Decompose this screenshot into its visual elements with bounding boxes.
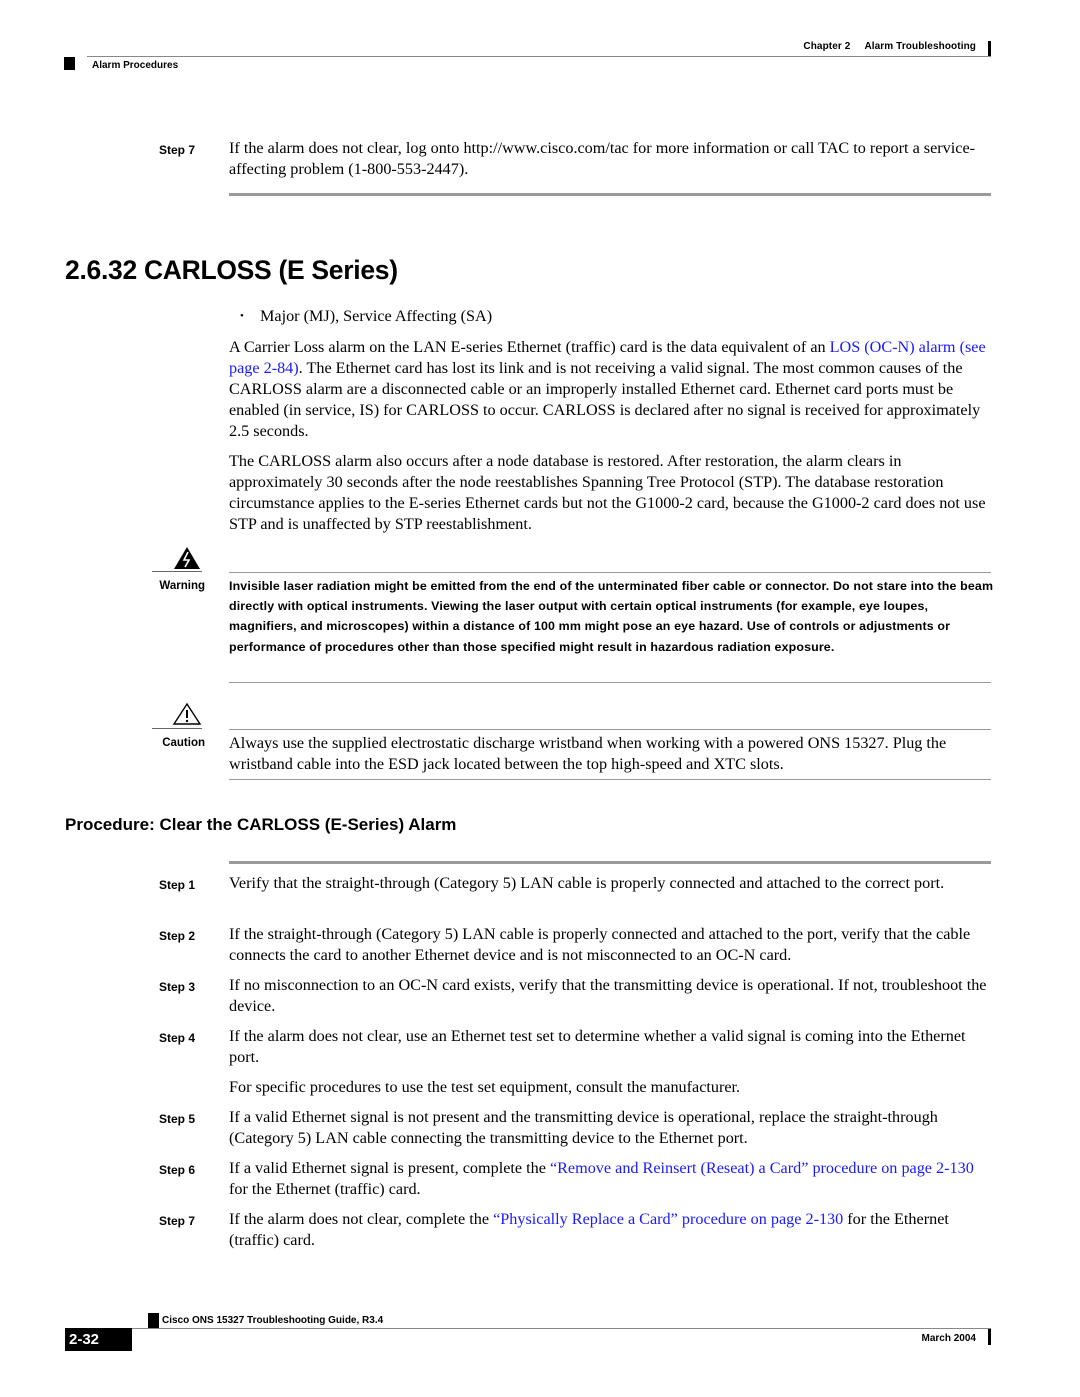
header-chapter: Chapter 2 Alarm Troubleshooting (803, 41, 976, 52)
procedure-end-rule (229, 193, 991, 196)
step-label: Step 3 (159, 980, 196, 994)
step-text: If a valid Ethernet signal is not presen… (229, 1108, 938, 1147)
step-text: Verify that the straight-through (Catego… (229, 874, 945, 892)
caution-text: Always use the supplied electrostatic di… (229, 734, 947, 773)
footer-rule (131, 1328, 991, 1329)
step-text: If the alarm does not clear, complete th… (229, 1209, 991, 1251)
footer-date: March 2004 (921, 1333, 976, 1344)
replace-card-link[interactable]: “Physically Replace a Card” procedure on… (493, 1210, 843, 1228)
section-title: 2.6.32 CARLOSS (E Series) (65, 255, 398, 285)
footer-vertical-bar (988, 1329, 991, 1345)
warning-icon-underline (152, 571, 202, 572)
caution-label: Caution (162, 737, 205, 749)
step-text-part: If the alarm does not clear, complete th… (229, 1210, 494, 1228)
severity-text: Major (MJ), Service Affecting (SA) (260, 307, 493, 325)
step-note: For specific procedures to use the test … (229, 1078, 741, 1096)
page-number: 2-32 (65, 1328, 132, 1351)
chapter-number: Chapter 2 (803, 41, 851, 52)
caution-bottom-rule (229, 779, 991, 780)
step-label: Step 6 (159, 1163, 196, 1177)
header-rule (87, 56, 991, 57)
step-text-part: for the Ethernet (traffic) card. (229, 1180, 421, 1198)
procedure-start-rule (229, 861, 991, 864)
prev-step-text: If the alarm does not clear, log onto ht… (229, 139, 976, 178)
reseat-card-link[interactable]: “Remove and Reinsert (Reseat) a Card” pr… (550, 1159, 974, 1177)
warning-lightning-triangle-icon (174, 547, 200, 569)
step-label: Step 2 (159, 929, 196, 943)
footer-guide-title: Cisco ONS 15327 Troubleshooting Guide, R… (162, 1315, 384, 1326)
step-text: If no misconnection to an OC-N card exis… (229, 976, 987, 1015)
header-marker-square (64, 57, 75, 70)
description-text: A Carrier Loss alarm on the LAN E-series… (229, 338, 830, 356)
caution-icon-underline (152, 728, 202, 729)
step-text: If the alarm does not clear, use an Ethe… (229, 1027, 966, 1066)
step-label: Step 4 (159, 1031, 196, 1045)
step-label: Step 1 (159, 878, 196, 892)
procedure-title: Procedure: Clear the CARLOSS (E-Series) … (65, 815, 457, 834)
caution-exclamation-triangle-icon (172, 702, 202, 725)
header-vertical-bar (988, 41, 991, 57)
step-text: If a valid Ethernet signal is present, c… (229, 1158, 991, 1200)
step-label: Step 5 (159, 1112, 196, 1126)
step-text-part: If a valid Ethernet signal is present, c… (229, 1159, 550, 1177)
warning-top-rule (229, 572, 991, 573)
step-text: If the straight-through (Category 5) LAN… (229, 925, 971, 964)
warning-label: Warning (159, 580, 205, 592)
database-restore-paragraph: The CARLOSS alarm also occurs after a no… (229, 452, 986, 533)
warning-text: Invisible laser radiation might be emitt… (229, 579, 994, 654)
chapter-title: Alarm Troubleshooting (864, 41, 976, 52)
header-section-title: Alarm Procedures (92, 60, 179, 71)
severity-bullet: • Major (MJ), Service Affecting (SA) (240, 306, 492, 327)
step-label: Step 7 (159, 1214, 196, 1228)
prev-step-label: Step 7 (159, 143, 196, 157)
warning-bottom-rule (229, 682, 991, 683)
description-text-cont: . The Ethernet card has lost its link an… (229, 359, 981, 440)
carloss-description: A Carrier Loss alarm on the LAN E-series… (229, 337, 991, 442)
footer-marker-square (148, 1313, 159, 1328)
caution-top-rule (229, 729, 991, 730)
bullet-dot: • (240, 310, 244, 322)
